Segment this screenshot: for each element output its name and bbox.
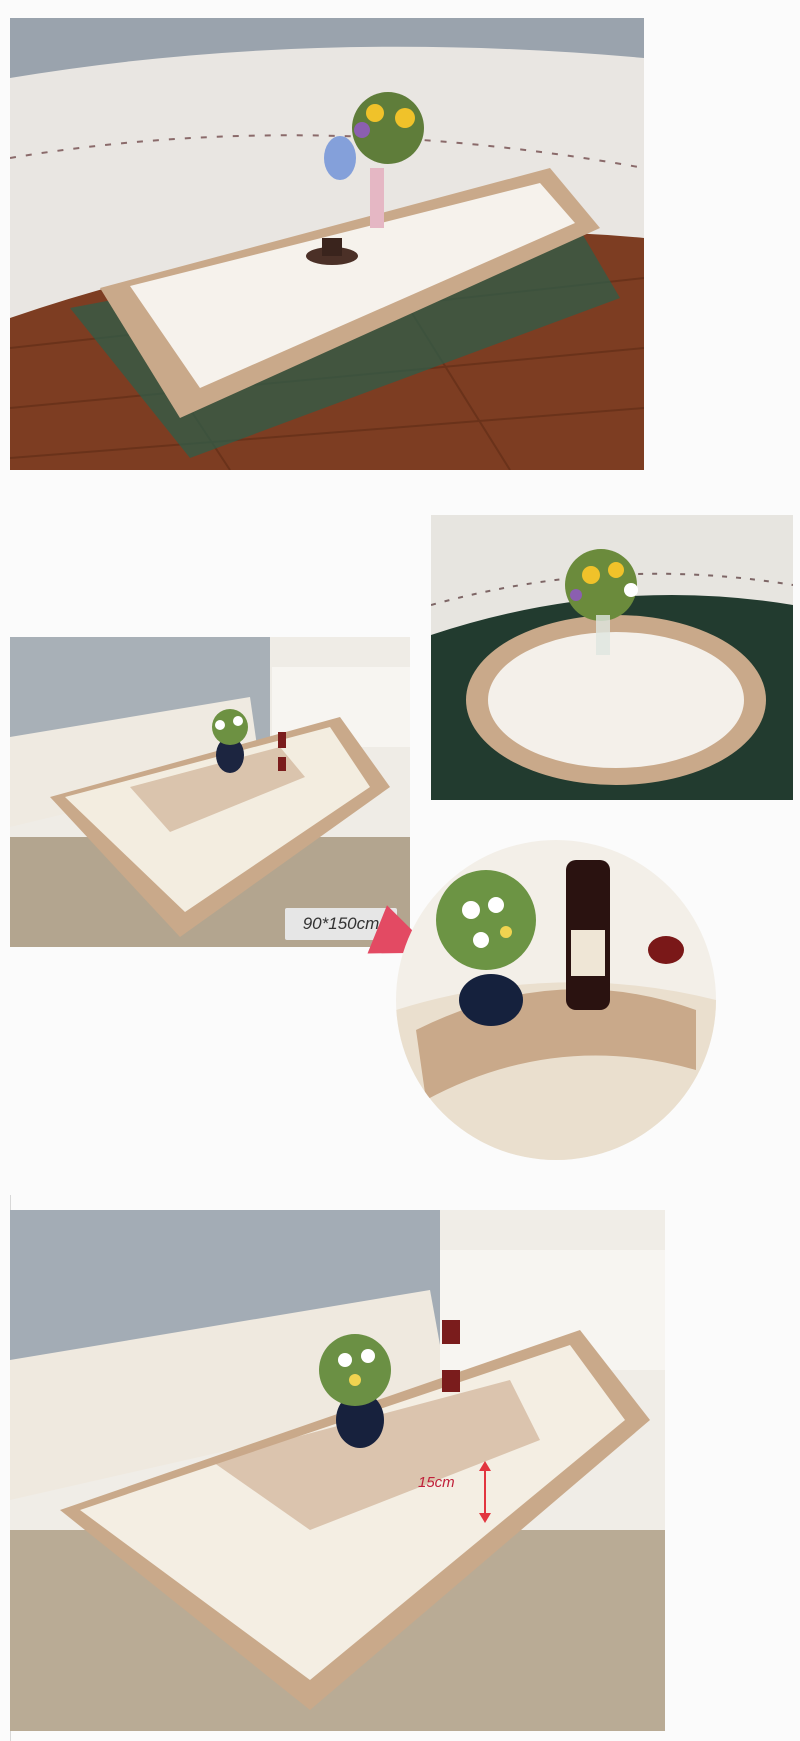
photo-tablecloth-height-view	[10, 1210, 665, 1731]
photo-glass-table-rectangular-runner	[10, 18, 644, 470]
photo-closeup-vase-wine	[396, 840, 716, 1160]
height-label: 15cm	[418, 1474, 455, 1491]
photo-tablecloth-coffee-table	[10, 637, 410, 947]
height-arrow	[479, 1461, 491, 1523]
photo-oval-doily-on-glass	[431, 515, 793, 800]
